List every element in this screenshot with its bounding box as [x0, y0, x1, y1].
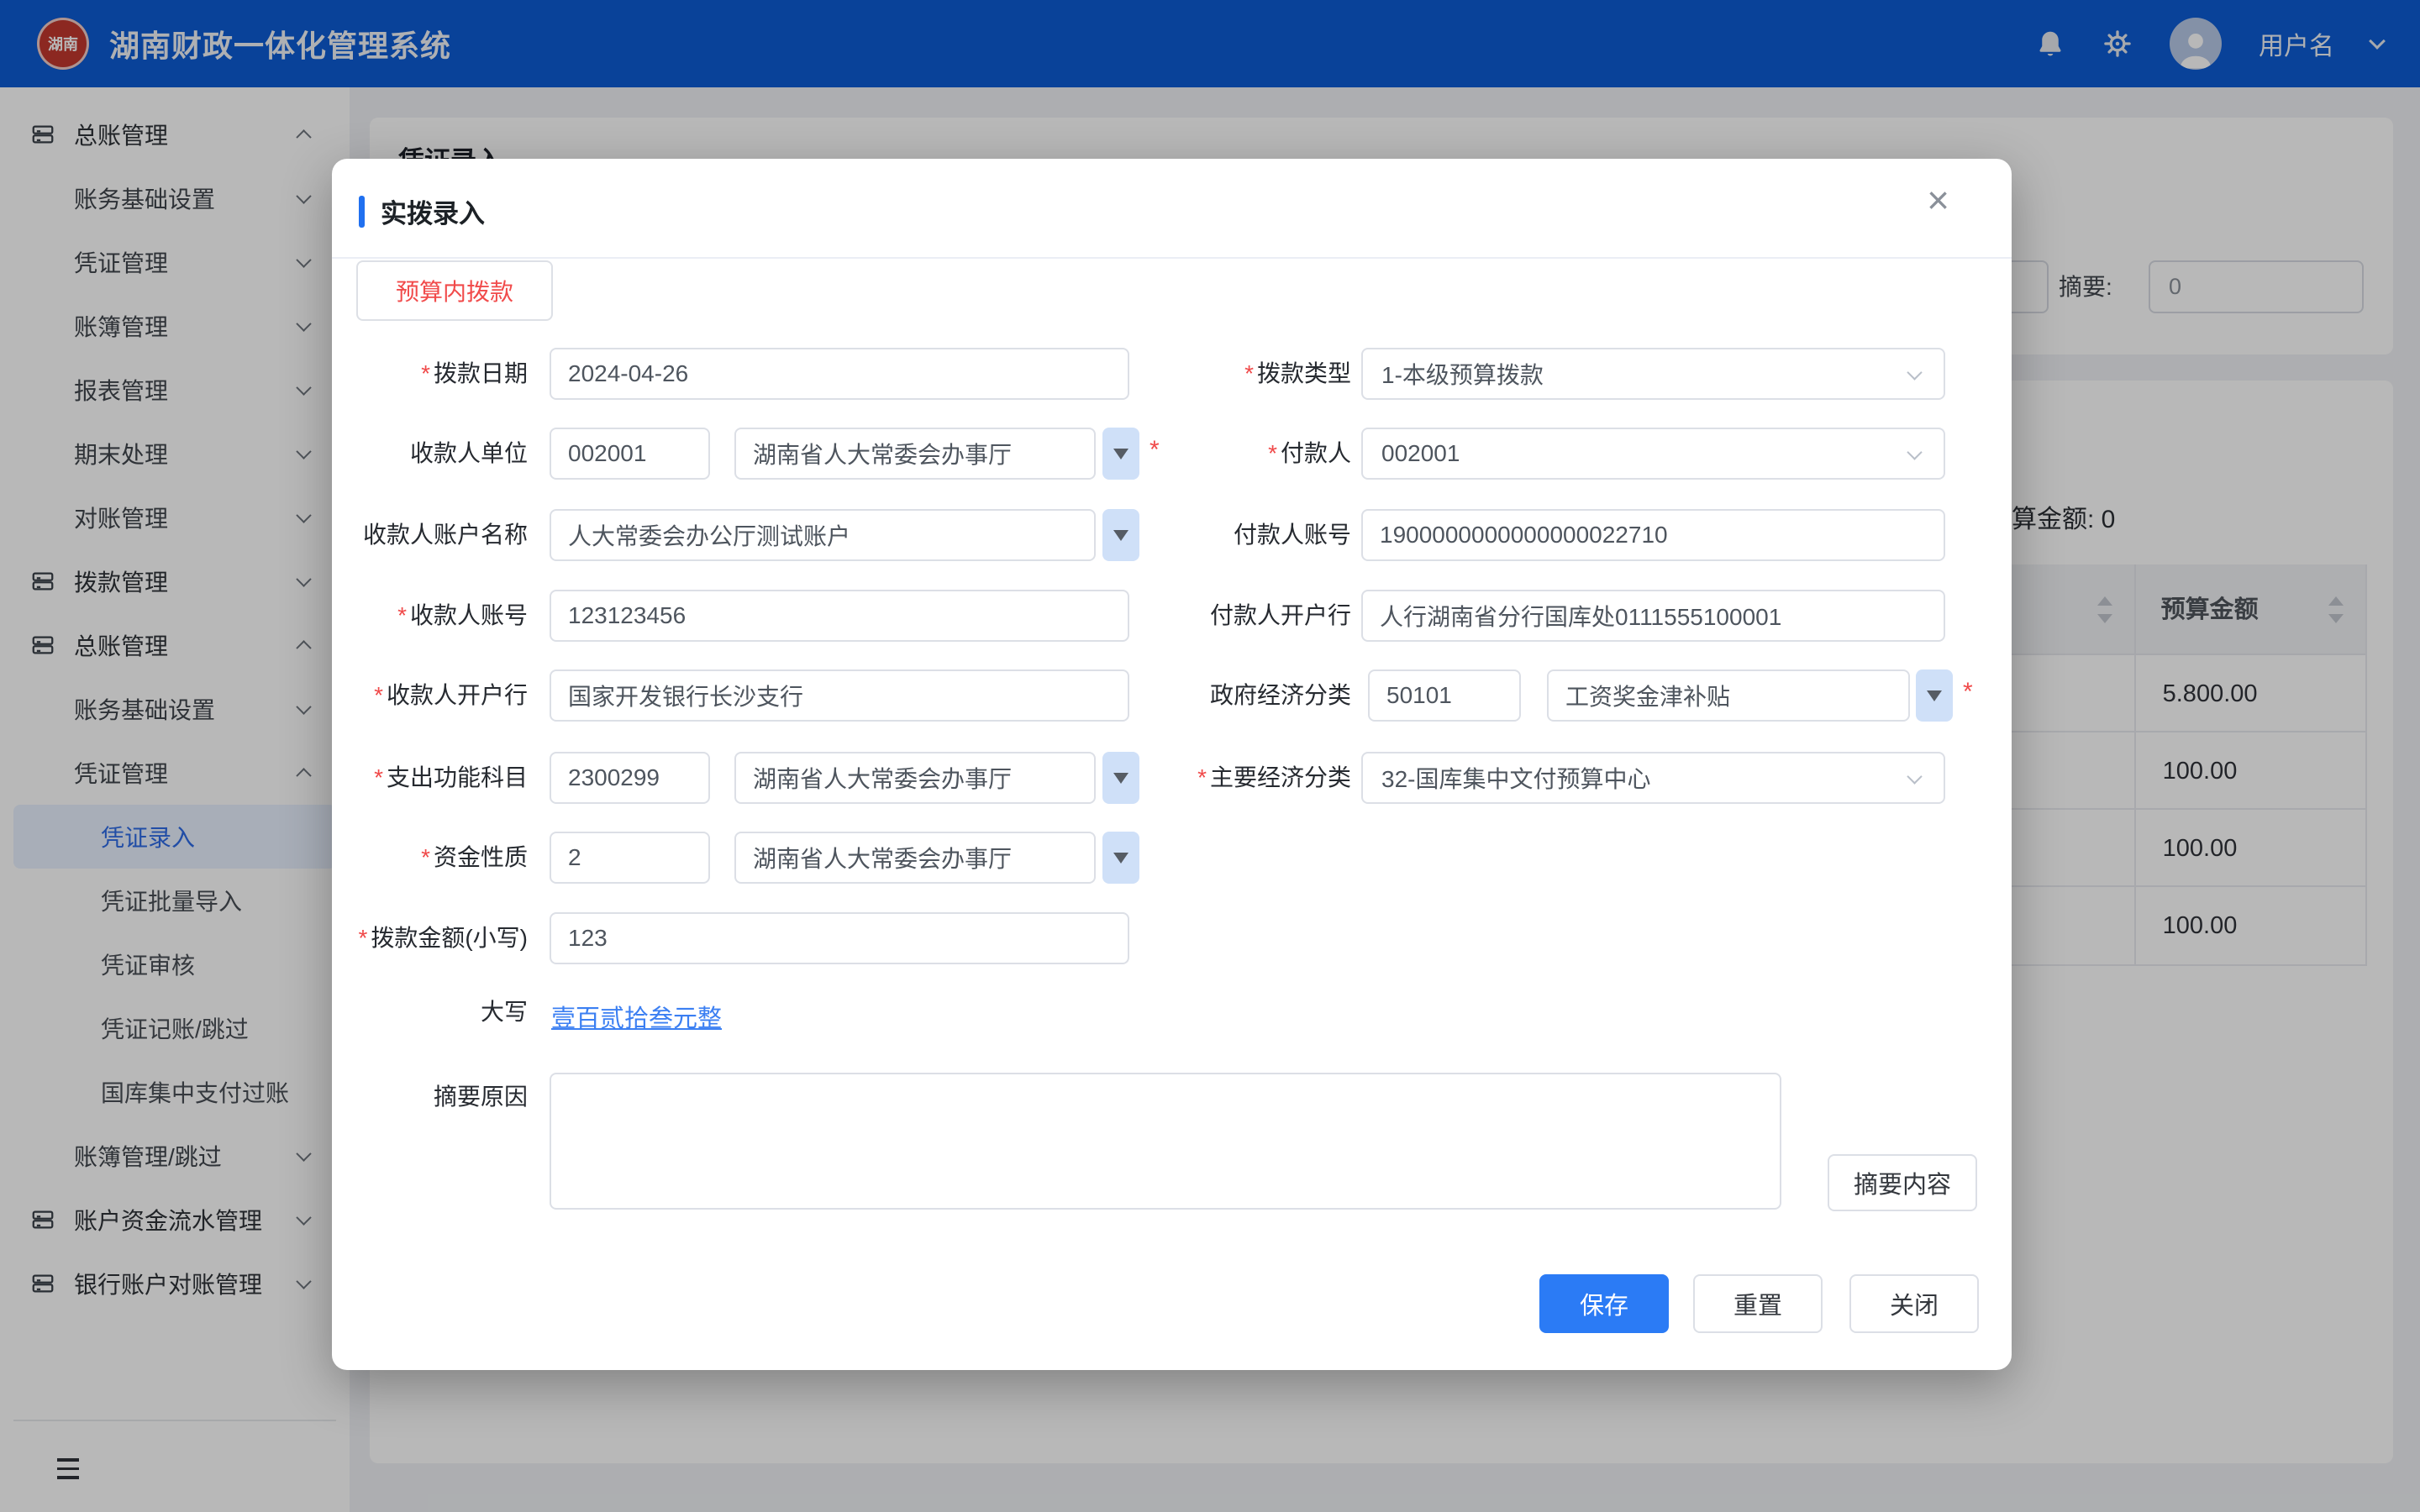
- payee-unit-label: 收款人单位: [332, 428, 528, 480]
- amount-lower-label: *拨款金额(小写): [332, 912, 528, 964]
- gov-econ-class-lookup-button[interactable]: [1916, 669, 1953, 722]
- gov-econ-class-code-input[interactable]: [1368, 669, 1521, 722]
- payee-account-lookup-button[interactable]: [1102, 509, 1139, 561]
- payee-unit-code-input[interactable]: [550, 428, 710, 480]
- payer-bank-label: 付款人开户行: [1136, 590, 1351, 642]
- payee-unit-name-input[interactable]: [734, 428, 1096, 480]
- save-button[interactable]: 保存: [1539, 1274, 1669, 1333]
- payee-unit-lookup-button[interactable]: [1102, 428, 1139, 480]
- chevron-down-icon: [1907, 769, 1922, 784]
- payer-account-no-label: 付款人账号: [1136, 509, 1351, 561]
- payee-account-name-input[interactable]: [550, 509, 1096, 561]
- payee-account-name-label: 收款人账户名称: [332, 509, 528, 561]
- dialog-title: 实拨录入: [381, 192, 485, 230]
- payer-bank-input[interactable]: [1361, 590, 1945, 642]
- allocation-type-label: *拨款类型: [1136, 348, 1351, 400]
- expend-function-name-input[interactable]: [734, 752, 1096, 804]
- gov-econ-class-label: 政府经济分类: [1136, 669, 1351, 722]
- chevron-down-icon: [1907, 365, 1922, 380]
- expend-function-lookup-button[interactable]: [1102, 752, 1139, 804]
- reset-button[interactable]: 重置: [1693, 1274, 1823, 1333]
- dropdown-triangle-icon: [1113, 530, 1128, 541]
- payer-label: *付款人: [1136, 428, 1351, 480]
- dropdown-triangle-icon: [1927, 690, 1942, 701]
- allocation-date-label: *拨款日期: [332, 348, 528, 400]
- gov-econ-class-name-input[interactable]: [1547, 669, 1910, 722]
- dropdown-triangle-icon: [1113, 853, 1128, 864]
- payee-bank-input[interactable]: [550, 669, 1129, 722]
- payer-select[interactable]: 002001: [1361, 428, 1945, 480]
- close-button[interactable]: 关闭: [1849, 1274, 1979, 1333]
- payer-account-no-input[interactable]: [1361, 509, 1945, 561]
- fund-nature-name-input[interactable]: [734, 832, 1096, 884]
- dropdown-triangle-icon: [1113, 449, 1128, 459]
- required-asterisk: *: [1963, 666, 1973, 718]
- tab-budget-allocation[interactable]: 预算内拨款: [356, 260, 553, 321]
- summary-reason-label: 摘要原因: [332, 1068, 528, 1126]
- allocation-date-input[interactable]: [550, 348, 1129, 400]
- amount-uppercase-text[interactable]: 壹百贰拾叁元整: [551, 999, 722, 1034]
- fund-nature-label: *资金性质: [332, 832, 528, 884]
- summary-reason-textarea[interactable]: [550, 1073, 1781, 1210]
- close-icon[interactable]: ×: [1927, 181, 1949, 219]
- screen: 湖南 湖南财政一体化管理系统 用户名: [0, 0, 2420, 1512]
- fund-nature-lookup-button[interactable]: [1102, 832, 1139, 884]
- actual-allocation-entry-dialog: 实拨录入 × 预算内拨款 *拨款日期 *拨款类型 1-本级预算拨款 收款人单位 …: [332, 159, 2012, 1370]
- header-divider: [332, 257, 2012, 259]
- fund-nature-code-input[interactable]: [550, 832, 710, 884]
- amount-upper-label: 大写: [332, 986, 528, 1038]
- allocation-type-select[interactable]: 1-本级预算拨款: [1361, 348, 1945, 400]
- summary-content-button[interactable]: 摘要内容: [1828, 1154, 1977, 1211]
- expend-function-code-input[interactable]: [550, 752, 710, 804]
- amount-lower-input[interactable]: [550, 912, 1129, 964]
- expend-function-label: *支出功能科目: [332, 752, 528, 804]
- chevron-down-icon: [1907, 444, 1922, 459]
- payee-account-no-label: *收款人账号: [332, 590, 528, 642]
- main-econ-class-label: *主要经济分类: [1136, 752, 1351, 804]
- payee-account-no-input[interactable]: [550, 590, 1129, 642]
- dropdown-triangle-icon: [1113, 773, 1128, 784]
- payee-bank-label: *收款人开户行: [332, 669, 528, 722]
- title-accent-bar: [359, 196, 365, 228]
- main-econ-class-select[interactable]: 32-国库集中文付预算中心: [1361, 752, 1945, 804]
